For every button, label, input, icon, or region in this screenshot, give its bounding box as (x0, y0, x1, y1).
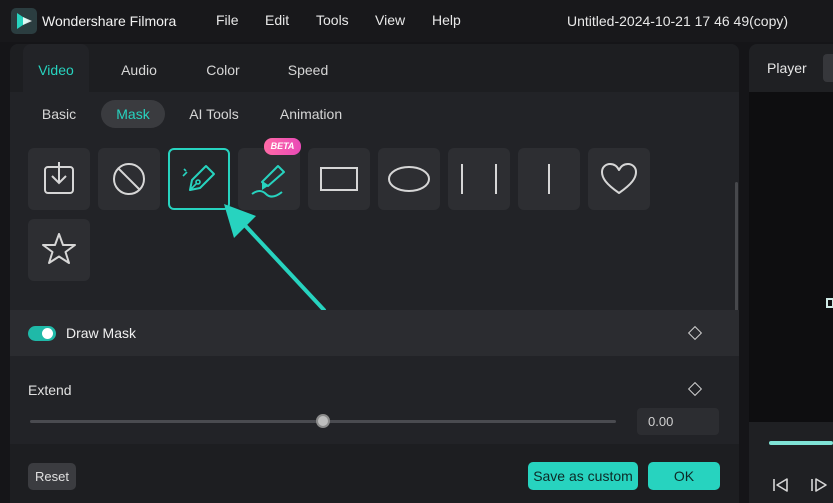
heart-icon (601, 163, 637, 194)
player-tab[interactable]: Player (767, 60, 807, 76)
pen-tool-icon (182, 165, 215, 191)
properties-panel: Video Audio Color Speed Basic Mask AI To… (10, 44, 739, 503)
document-title: Untitled-2024-10-21 17 46 49(copy) (567, 13, 789, 29)
ai-brush-mask-button[interactable] (238, 148, 300, 210)
extend-value-input[interactable]: 0.00 (637, 408, 719, 435)
filmora-logo-icon (11, 8, 37, 34)
menu-view[interactable]: View (375, 12, 405, 28)
menu-help[interactable]: Help (432, 12, 461, 28)
single-line-mask-button[interactable] (518, 148, 580, 210)
menu-edit[interactable]: Edit (265, 12, 289, 28)
subtab-basic[interactable]: Basic (32, 100, 86, 128)
mask-handle[interactable] (826, 298, 833, 308)
ellipse-mask-button[interactable] (378, 148, 440, 210)
tab-video[interactable]: Video (23, 44, 89, 92)
previous-frame-icon[interactable] (771, 476, 791, 494)
toggle-knob (42, 328, 53, 339)
menu-file[interactable]: File (216, 12, 239, 28)
single-line-icon (548, 164, 550, 194)
tab-speed[interactable]: Speed (275, 44, 341, 92)
heart-mask-button[interactable] (588, 148, 650, 210)
extend-label: Extend (28, 382, 72, 398)
extend-slider-thumb[interactable] (316, 414, 330, 428)
tab-audio[interactable]: Audio (106, 44, 172, 92)
double-line-icon (461, 164, 497, 194)
player-options-chip[interactable] (823, 54, 833, 82)
rectangle-mask-button[interactable] (308, 148, 370, 210)
subtab-mask[interactable]: Mask (101, 100, 165, 128)
player-preview[interactable] (749, 92, 833, 422)
player-progress-bar[interactable] (769, 441, 833, 445)
draw-mask-pen-button[interactable] (168, 148, 230, 210)
rectangle-icon (320, 167, 358, 191)
import-mask-button[interactable] (28, 148, 90, 210)
extend-value: 0.00 (648, 414, 674, 429)
save-as-custom-button[interactable]: Save as custom (528, 462, 638, 490)
panel-footer: Reset Save as custom OK (10, 444, 739, 503)
subtab-animation[interactable]: Animation (270, 100, 352, 128)
property-tabs: Video Audio Color Speed (10, 44, 739, 92)
star-mask-button[interactable] (28, 219, 90, 281)
keyframe-diamond-icon[interactable] (687, 325, 703, 341)
no-mask-button[interactable] (98, 148, 160, 210)
subtab-ai-tools[interactable]: AI Tools (180, 100, 248, 128)
ok-button[interactable]: OK (648, 462, 720, 490)
tab-color[interactable]: Color (190, 44, 256, 92)
draw-mask-row: Draw Mask (10, 310, 739, 356)
title-bar: Wondershare Filmora File Edit Tools View… (0, 0, 833, 42)
double-line-mask-button[interactable] (448, 148, 510, 210)
ellipse-icon (388, 166, 430, 192)
import-icon (44, 162, 74, 194)
beta-badge: BETA (264, 138, 301, 155)
annotation-arrow-icon (224, 204, 326, 312)
player-panel: Player (749, 44, 833, 503)
brush-icon (251, 165, 285, 198)
draw-mask-label: Draw Mask (66, 325, 137, 341)
menu-tools[interactable]: Tools (316, 12, 349, 28)
star-icon (42, 233, 76, 264)
extend-keyframe-diamond-icon[interactable] (687, 381, 703, 397)
app-name: Wondershare Filmora (42, 13, 177, 29)
draw-mask-toggle[interactable] (28, 326, 56, 341)
next-frame-icon[interactable] (809, 476, 829, 494)
no-mask-icon (113, 163, 145, 195)
reset-button[interactable]: Reset (28, 463, 76, 490)
